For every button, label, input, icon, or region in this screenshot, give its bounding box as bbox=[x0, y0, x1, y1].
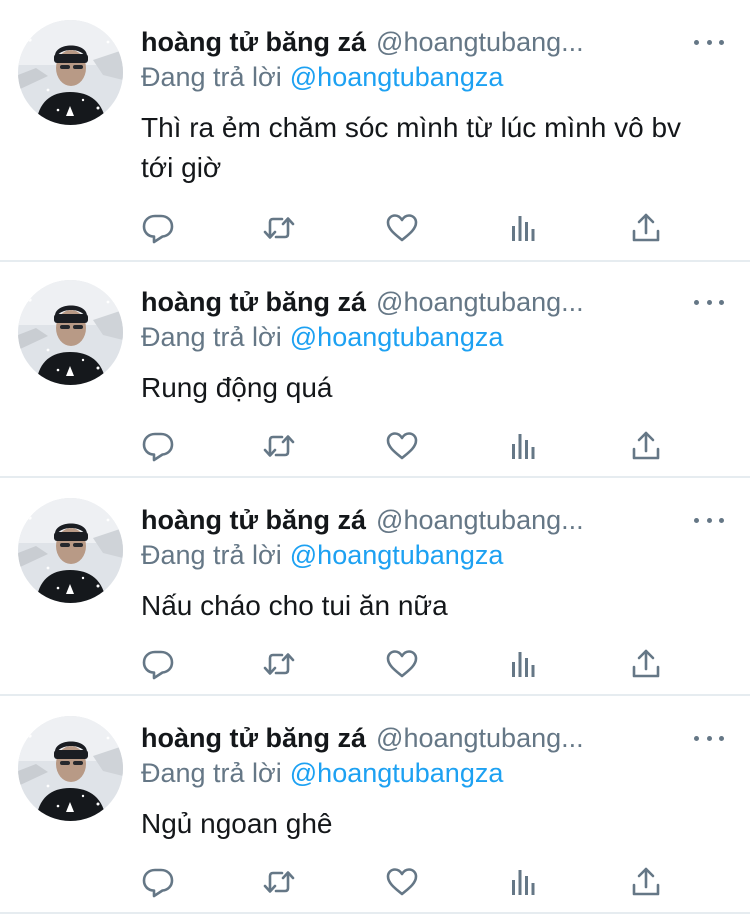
tweet-header: hoàng tử băng zá @hoangtubang... bbox=[141, 720, 584, 756]
analytics-icon[interactable] bbox=[507, 211, 541, 245]
reply-context: Đang trả lời @hoangtubangza bbox=[141, 540, 503, 571]
tweet-text: Nấu cháo cho tui ăn nữa bbox=[141, 590, 448, 621]
display-name[interactable]: hoàng tử băng zá bbox=[141, 27, 366, 58]
reply-context: Đang trả lời @hoangtubangza bbox=[141, 62, 503, 93]
avatar[interactable] bbox=[18, 498, 123, 603]
reply-context: Đang trả lời @hoangtubangza bbox=[141, 758, 503, 789]
like-icon[interactable] bbox=[385, 647, 419, 681]
reply-prefix: Đang trả lời bbox=[141, 322, 282, 352]
avatar[interactable] bbox=[18, 716, 123, 821]
tweet-header: hoàng tử băng zá @hoangtubang... bbox=[141, 502, 584, 538]
more-options-icon[interactable] bbox=[694, 30, 724, 54]
retweet-icon[interactable] bbox=[262, 647, 296, 681]
reply-prefix: Đang trả lời bbox=[141, 758, 282, 788]
reply-mention-link[interactable]: @hoangtubangza bbox=[290, 758, 504, 788]
tweet-text: Thì ra ẻm chăm sóc mình từ lúc mình vô b… bbox=[141, 112, 682, 183]
reply-prefix: Đang trả lời bbox=[141, 540, 282, 570]
retweet-icon[interactable] bbox=[262, 211, 296, 245]
like-icon[interactable] bbox=[385, 211, 419, 245]
tweet[interactable]: hoàng tử băng zá @hoangtubang... Đang tr… bbox=[0, 696, 750, 914]
tweet[interactable]: hoàng tử băng zá @hoangtubang... Đang tr… bbox=[0, 0, 750, 262]
handle[interactable]: @hoangtubang... bbox=[376, 505, 584, 536]
analytics-icon[interactable] bbox=[507, 429, 541, 463]
display-name[interactable]: hoàng tử băng zá bbox=[141, 505, 366, 536]
analytics-icon[interactable] bbox=[507, 865, 541, 899]
handle[interactable]: @hoangtubang... bbox=[376, 27, 584, 58]
action-bar bbox=[141, 211, 681, 245]
reply-icon[interactable] bbox=[141, 429, 175, 463]
reply-icon[interactable] bbox=[141, 865, 175, 899]
divider bbox=[0, 912, 750, 914]
display-name[interactable]: hoàng tử băng zá bbox=[141, 723, 366, 754]
avatar[interactable] bbox=[18, 280, 123, 385]
reply-icon[interactable] bbox=[141, 211, 175, 245]
more-options-icon[interactable] bbox=[694, 508, 724, 532]
handle[interactable]: @hoangtubang... bbox=[376, 723, 584, 754]
reply-mention-link[interactable]: @hoangtubangza bbox=[290, 62, 504, 92]
tweet[interactable]: hoàng tử băng zá @hoangtubang... Đang tr… bbox=[0, 478, 750, 696]
tweet[interactable]: hoàng tử băng zá @hoangtubang... Đang tr… bbox=[0, 260, 750, 478]
like-icon[interactable] bbox=[385, 429, 419, 463]
reply-icon[interactable] bbox=[141, 647, 175, 681]
action-bar bbox=[141, 429, 681, 463]
reply-prefix: Đang trả lời bbox=[141, 62, 282, 92]
reply-mention-link[interactable]: @hoangtubangza bbox=[290, 322, 504, 352]
avatar[interactable] bbox=[18, 20, 123, 125]
share-icon[interactable] bbox=[629, 865, 663, 899]
action-bar bbox=[141, 865, 681, 899]
share-icon[interactable] bbox=[629, 211, 663, 245]
retweet-icon[interactable] bbox=[262, 429, 296, 463]
tweet-header: hoàng tử băng zá @hoangtubang... bbox=[141, 24, 584, 60]
handle[interactable]: @hoangtubang... bbox=[376, 287, 584, 318]
reply-context: Đang trả lời @hoangtubangza bbox=[141, 322, 503, 353]
tweet-text: Ngủ ngoan ghê bbox=[141, 808, 333, 839]
analytics-icon[interactable] bbox=[507, 647, 541, 681]
display-name[interactable]: hoàng tử băng zá bbox=[141, 287, 366, 318]
share-icon[interactable] bbox=[629, 647, 663, 681]
tweet-header: hoàng tử băng zá @hoangtubang... bbox=[141, 284, 584, 320]
like-icon[interactable] bbox=[385, 865, 419, 899]
reply-mention-link[interactable]: @hoangtubangza bbox=[290, 540, 504, 570]
more-options-icon[interactable] bbox=[694, 726, 724, 750]
tweet-text: Rung động quá bbox=[141, 372, 333, 403]
more-options-icon[interactable] bbox=[694, 290, 724, 314]
share-icon[interactable] bbox=[629, 429, 663, 463]
action-bar bbox=[141, 647, 681, 681]
retweet-icon[interactable] bbox=[262, 865, 296, 899]
